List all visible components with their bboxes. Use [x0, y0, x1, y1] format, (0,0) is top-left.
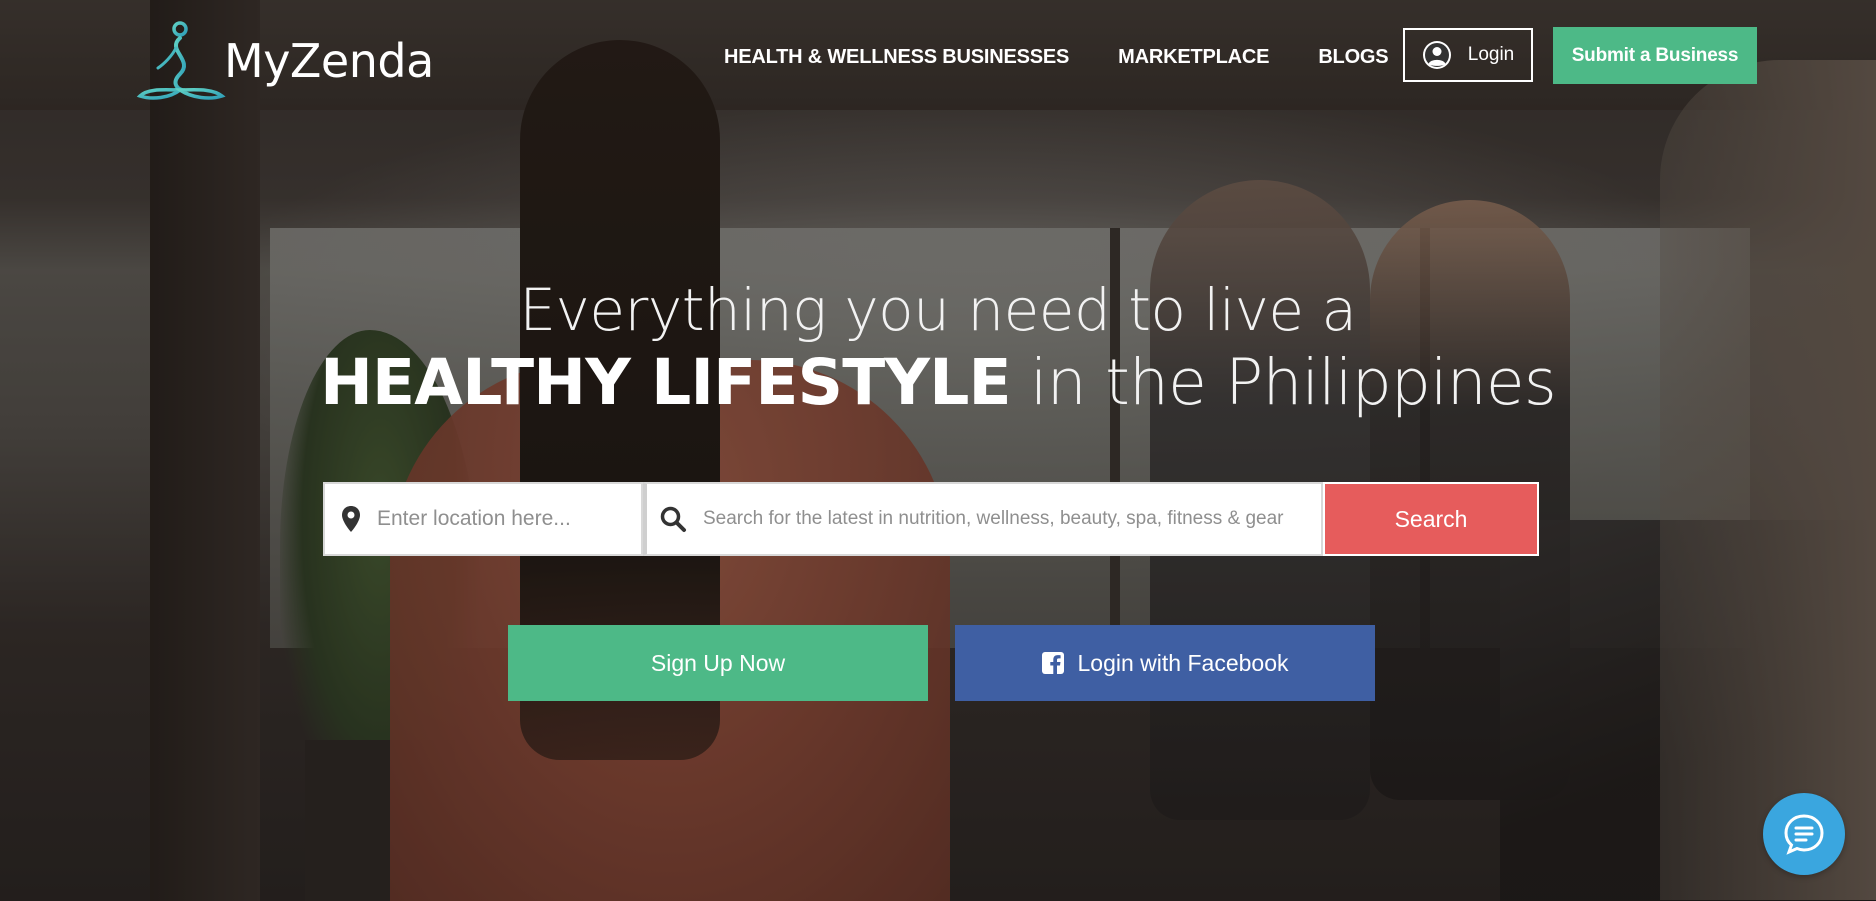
hero-headline: Everything you need to live a HEALTHY LI… [0, 275, 1876, 421]
hero-background-image [0, 0, 1876, 901]
chat-bubble-icon [1784, 814, 1824, 855]
search-input[interactable] [701, 498, 1305, 540]
location-field [323, 482, 643, 556]
login-label: Login [1467, 44, 1515, 65]
submit-business-label: Submit a Business [1571, 44, 1739, 66]
facebook-login-button[interactable]: Login with Facebook [955, 625, 1375, 701]
submit-business-button[interactable]: Submit a Business [1553, 27, 1757, 84]
brand-name: MyZenda [224, 34, 434, 88]
facebook-login-label: Login with Facebook [1077, 649, 1289, 676]
query-field [643, 482, 1323, 556]
hero-dark-overlay [0, 0, 1876, 901]
login-button[interactable]: Login [1403, 28, 1533, 82]
sign-up-button[interactable]: Sign Up Now [508, 625, 928, 701]
hero-headline-line1: Everything you need to live a [519, 276, 1357, 344]
hero-headline-emphasis: HEALTHY LIFESTYLE [320, 346, 1012, 419]
map-pin-icon [342, 506, 360, 532]
hero-headline-line2: HEALTHY LIFESTYLE in the Philippines [0, 345, 1876, 421]
user-circle-icon [1422, 41, 1451, 69]
nav-item-marketplace[interactable]: MARKETPLACE [1118, 46, 1269, 69]
nav-item-blogs[interactable]: BLOGS [1318, 46, 1388, 69]
sign-up-label: Sign Up Now [650, 649, 786, 676]
search-bar: Search [323, 482, 1539, 556]
search-button-label: Search [1394, 505, 1468, 532]
search-icon [660, 506, 686, 532]
main-nav: HEALTH & WELLNESS BUSINESSES MARKETPLACE… [724, 46, 1389, 69]
chat-widget-button[interactable] [1763, 793, 1845, 875]
lotus-figure-icon [136, 21, 226, 100]
site-header: MyZenda HEALTH & WELLNESS BUSINESSES MAR… [0, 0, 1876, 110]
hero-headline-suffix: in the Philippines [1010, 346, 1557, 419]
nav-item-health-wellness-businesses[interactable]: HEALTH & WELLNESS BUSINESSES [724, 46, 1069, 69]
brand-logo[interactable]: MyZenda [136, 16, 434, 106]
location-input[interactable] [375, 498, 629, 540]
facebook-icon [1041, 652, 1064, 674]
search-button[interactable]: Search [1323, 482, 1539, 556]
